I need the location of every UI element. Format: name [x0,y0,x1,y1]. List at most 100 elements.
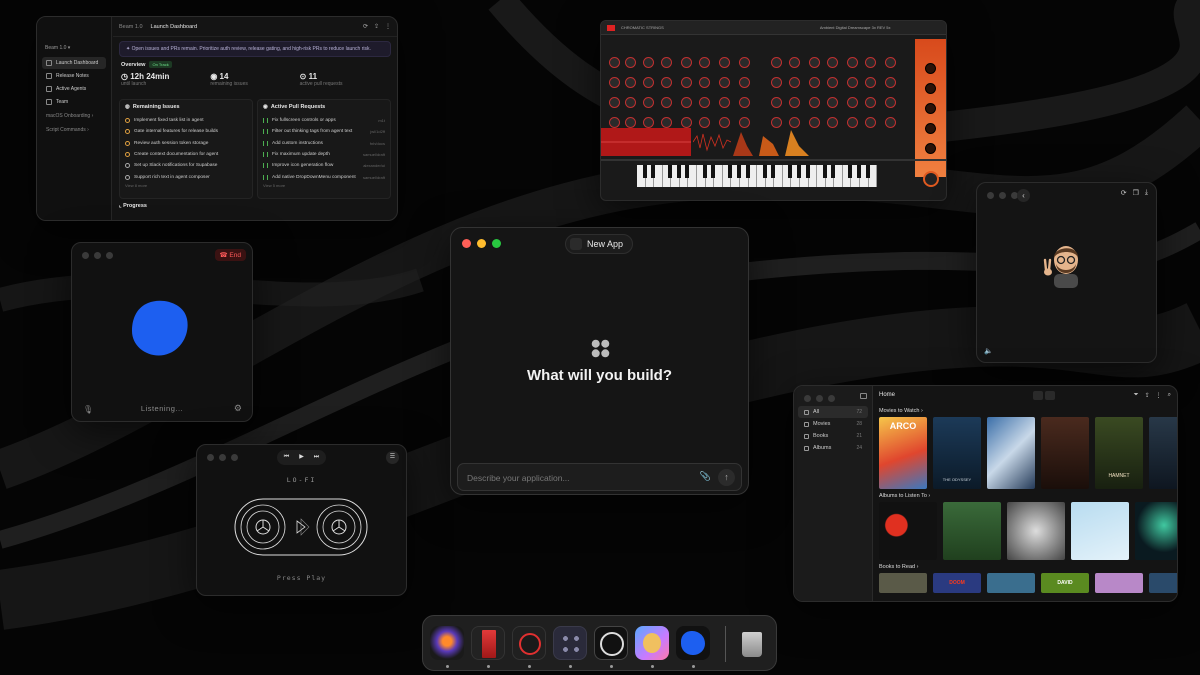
synth-knob[interactable] [809,57,820,68]
synth-knob[interactable] [719,97,730,108]
tab-new-app[interactable]: New App [565,234,634,254]
back-button[interactable]: ‹ [1017,189,1030,202]
synth-knob[interactable] [865,77,876,88]
grid-view-icon[interactable] [1033,390,1044,400]
synth-knob[interactable] [739,117,750,128]
synth-knob[interactable] [789,117,800,128]
end-call-button[interactable]: ☎ End [214,249,246,261]
piano-key[interactable] [697,165,707,187]
movie-poster[interactable] [1149,417,1177,489]
piano-key[interactable] [851,165,861,187]
sidebar-item-active-agents[interactable]: Active Agents [42,83,106,95]
section-albums-to-listen-to[interactable]: Albums to Listen To › [879,493,1177,499]
dock-dashboard-icon[interactable] [553,626,587,660]
window-controls[interactable] [207,454,238,461]
piano-key[interactable] [663,165,672,187]
workspace-switcher[interactable]: Beam 1.0 ▾ [45,45,103,51]
master-knob[interactable] [925,83,936,94]
list-item[interactable]: Filter out thinking tags from agent text… [263,126,385,137]
synth-knob[interactable] [885,57,896,68]
synth-knob[interactable] [739,77,750,88]
movie-poster[interactable]: HAMNET [1095,417,1143,489]
share-icon[interactable]: ⇪ [1145,392,1150,399]
piano-key[interactable] [680,165,690,187]
synth-knob[interactable] [681,97,692,108]
synth-knob[interactable] [827,117,838,128]
synth-knob[interactable] [609,77,620,88]
synth-knob[interactable] [699,57,710,68]
synth-knob[interactable] [809,97,820,108]
sidebar-group-script-commands[interactable]: Script Commands › [42,124,106,136]
piano-key[interactable] [646,165,655,187]
send-button[interactable]: ↑ [718,469,735,486]
album-cover[interactable] [1007,502,1065,560]
share-icon[interactable]: ⇪ [374,23,379,30]
sidebar-item-books[interactable]: Books 21 [798,430,868,442]
section-books-to-read[interactable]: Books to Read › [879,564,1177,570]
sidebar-item-all[interactable]: All 72 [798,406,868,418]
sidebar-item-launch-dashboard[interactable]: Launch Dashboard [42,57,106,69]
synth-knob[interactable] [739,57,750,68]
section-movies-to-watch[interactable]: Movies to Watch › [879,408,1177,414]
attachment-icon[interactable]: 📎 [700,471,711,482]
master-volume-knob[interactable] [923,171,939,187]
synth-knob[interactable] [643,97,654,108]
synth-knob[interactable] [885,77,896,88]
synth-knob[interactable] [885,97,896,108]
dock-memoji-icon[interactable] [635,626,669,660]
sidebar-item-release-notes[interactable]: Release Notes [42,70,106,82]
synth-knob[interactable] [661,57,672,68]
play-icon[interactable]: ▶ [295,451,308,464]
sidebar-item-movies[interactable]: Movies 28 [798,418,868,430]
movie-poster[interactable] [987,417,1035,489]
preset-name[interactable]: Ambient Digital Dreamscape 3x REV 5x [820,25,891,30]
sidebar-item-team[interactable]: Team [42,96,106,108]
synth-knob[interactable] [771,97,782,108]
synth-knob[interactable] [699,117,710,128]
master-knob[interactable] [925,123,936,134]
piano-key[interactable] [749,165,758,187]
synth-knob[interactable] [827,57,838,68]
previous-icon[interactable]: ⏮ [280,451,293,464]
list-item[interactable]: Fix maximum update depth samuel/draft [263,149,385,160]
synth-knob[interactable] [739,97,750,108]
synth-knob[interactable] [625,117,636,128]
piano-key[interactable] [817,165,827,187]
album-cover[interactable] [879,502,937,560]
book-cover[interactable] [1095,573,1143,593]
synth-knob[interactable] [681,57,692,68]
copy-icon[interactable]: ❐ [1133,189,1139,197]
synth-knob[interactable] [625,97,636,108]
book-cover[interactable] [879,573,927,593]
piano-keyboard[interactable] [637,165,878,187]
synth-knob[interactable] [625,57,636,68]
piano-key[interactable] [783,165,792,187]
sidebar-group-macos-onboarding[interactable]: macOS Onboarding › [42,110,106,122]
synth-knob[interactable] [809,77,820,88]
movie-poster[interactable] [1041,417,1089,489]
master-knob[interactable] [925,143,936,154]
synth-knob[interactable] [719,57,730,68]
list-item[interactable]: Add custom instructions fnh/docs [263,138,385,149]
synth-knob[interactable] [771,57,782,68]
next-icon[interactable]: ⏭ [310,451,323,464]
dock-bookmarks-icon[interactable] [471,626,505,660]
piano-key[interactable] [834,165,843,187]
dock-app-studio-icon[interactable] [430,626,464,660]
refresh-icon[interactable]: ⟳ [1121,189,1127,197]
piano-key[interactable] [757,165,767,187]
dock-synth-icon[interactable] [512,626,546,660]
book-cover[interactable] [987,573,1035,593]
piano-key[interactable] [688,165,698,187]
piano-key[interactable] [774,165,783,187]
synth-knob[interactable] [643,77,654,88]
search-icon[interactable]: ⌕ [1168,392,1171,399]
synth-knob[interactable] [789,57,800,68]
movie-poster[interactable]: ARCO [879,417,927,489]
synth-knob[interactable] [661,97,672,108]
book-cover[interactable] [1149,573,1177,593]
window-controls[interactable] [82,252,113,259]
view-more-prs-link[interactable]: View 5 more [263,183,385,188]
synth-knob[interactable] [885,117,896,128]
synth-knob[interactable] [865,117,876,128]
